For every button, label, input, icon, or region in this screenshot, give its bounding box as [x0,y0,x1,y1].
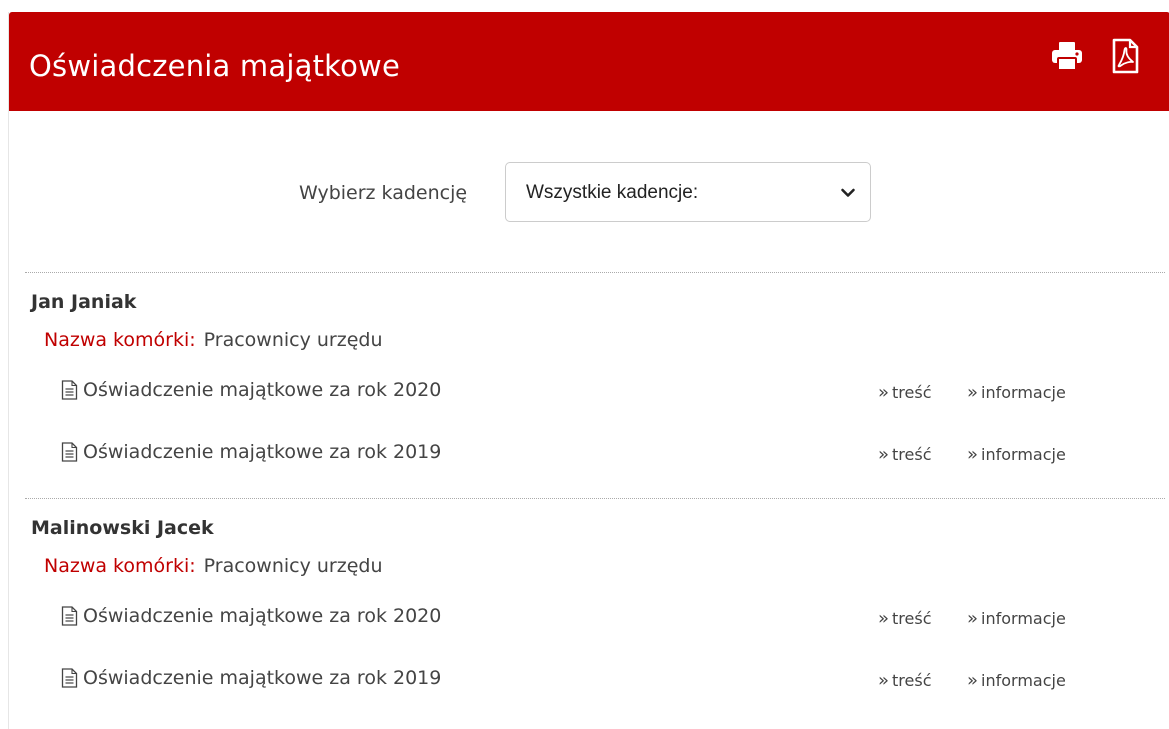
page-title: Oświadczenia majątkowe [29,49,401,83]
double-chevron-right-icon: » [878,669,890,691]
document-title: Oświadczenie majątkowe za rok 2020 [83,379,442,401]
double-chevron-right-icon: » [878,381,890,403]
info-link-label: informacje [981,671,1066,690]
person-section: Malinowski Jacek Nazwa komórki: Pracownic… [25,498,1165,723]
content-link-label: treść [892,609,932,628]
pdf-button[interactable] [1107,38,1143,74]
document-icon [61,606,78,626]
document-icon [61,380,78,400]
term-filter-label: Wybierz kadencję [299,182,468,204]
person-name: Jan Janiak [31,291,137,313]
double-chevron-right-icon: » [878,607,890,629]
document-title: Oświadczenie majątkowe za rok 2019 [83,667,442,689]
unit-row: Nazwa komórki: Pracownicy urzędu [44,329,383,351]
content-panel: Oświadczenia majątkowe Wybierz kadencję … [8,12,1169,729]
document-row: Oświadczenie majątkowe za rok 2020 » tre… [61,379,1141,409]
document-title: Oświadczenie majątkowe za rok 2020 [83,605,442,627]
term-select-value: Wszystkie kadencje: [526,182,699,203]
document-link[interactable]: Oświadczenie majątkowe za rok 2020 [61,605,441,627]
content-link[interactable]: » treść [878,383,932,402]
document-row: Oświadczenie majątkowe za rok 2020 » tre… [61,605,1141,635]
document-link[interactable]: Oświadczenie majątkowe za rok 2019 [61,667,441,689]
document-icon [61,442,78,462]
double-chevron-right-icon: » [967,381,979,403]
info-link-label: informacje [981,609,1066,628]
document-link[interactable]: Oświadczenie majątkowe za rok 2020 [61,379,441,401]
info-link[interactable]: » informacje [967,445,1066,464]
double-chevron-right-icon: » [878,443,890,465]
info-link-label: informacje [981,383,1066,402]
document-row: Oświadczenie majątkowe za rok 2019 » tre… [61,441,1141,471]
content-link-label: treść [892,383,932,402]
double-chevron-right-icon: » [967,607,979,629]
info-link-label: informacje [981,445,1066,464]
info-link[interactable]: » informacje [967,671,1066,690]
content-link-label: treść [892,445,932,464]
document-row: Oświadczenie majątkowe za rok 2019 » tre… [61,667,1141,697]
unit-value: Pracownicy urzędu [203,555,383,577]
term-filter: Wybierz kadencję Wszystkie kadencje: [9,162,1169,224]
double-chevron-right-icon: » [967,669,979,691]
unit-label: Nazwa komórki: [44,555,196,577]
unit-label: Nazwa komórki: [44,329,196,351]
unit-value: Pracownicy urzędu [203,329,383,351]
print-icon [1052,42,1082,71]
content-link[interactable]: » treść [878,445,932,464]
page-header: Oświadczenia majątkowe [9,12,1169,111]
print-button[interactable] [1049,38,1085,74]
person-section: Jan Janiak Nazwa komórki: Pracownicy urzę… [25,272,1165,497]
content-link[interactable]: » treść [878,609,932,628]
document-title: Oświadczenie majątkowe za rok 2019 [83,441,442,463]
term-select[interactable]: Wszystkie kadencje: [505,162,871,222]
document-link[interactable]: Oświadczenie majątkowe za rok 2019 [61,441,441,463]
info-link[interactable]: » informacje [967,383,1066,402]
pdf-icon [1112,38,1139,74]
person-name: Malinowski Jacek [31,517,214,539]
double-chevron-right-icon: » [967,443,979,465]
info-link[interactable]: » informacje [967,609,1066,628]
chevron-down-icon [841,188,855,197]
content-link-label: treść [892,671,932,690]
document-icon [61,668,78,688]
content-link[interactable]: » treść [878,671,932,690]
unit-row: Nazwa komórki: Pracownicy urzędu [44,555,383,577]
